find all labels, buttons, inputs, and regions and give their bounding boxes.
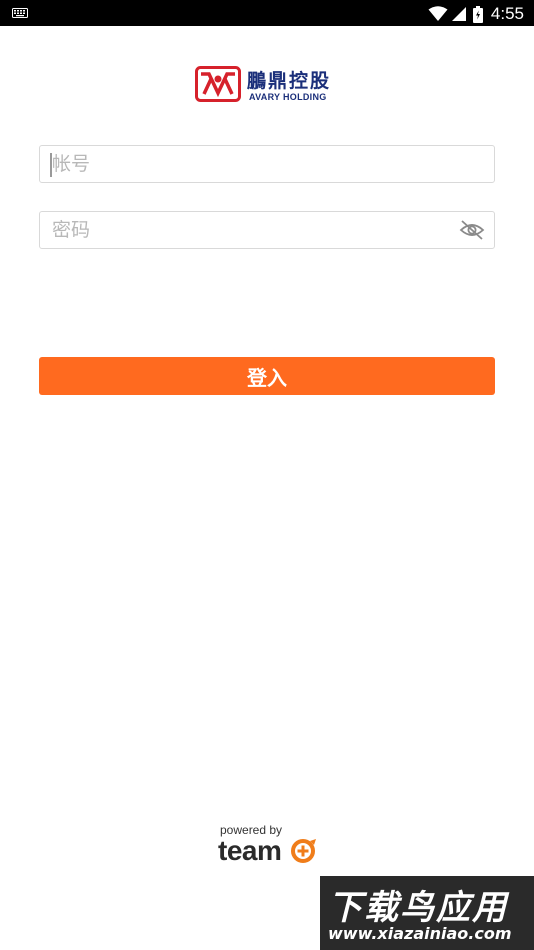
login-button[interactable]: 登入	[39, 357, 495, 395]
watermark-title: 下载鸟应用	[328, 888, 508, 928]
password-field[interactable]	[39, 211, 495, 249]
logo-english-name: AVARY HOLDING	[249, 92, 327, 102]
wifi-icon	[428, 6, 448, 22]
keyboard-icon	[12, 8, 28, 18]
login-screen: 4:55 鵬鼎控股 AVARY HOLDING 登入 powere	[0, 0, 534, 950]
avary-logo-mark	[195, 66, 241, 102]
team-plus-logo-icon	[291, 839, 316, 863]
status-bar: 4:55	[0, 0, 534, 26]
battery-icon	[472, 5, 483, 23]
account-input[interactable]	[52, 146, 452, 182]
company-logo: 鵬鼎控股 AVARY HOLDING	[195, 66, 340, 106]
status-time: 4:55	[490, 4, 524, 23]
logo-chinese-name: 鵬鼎控股	[247, 70, 332, 92]
watermark-badge: 下载鸟应用 www.xiazainiao.com	[320, 876, 534, 950]
watermark-url: www.xiazainiao.com	[328, 924, 512, 943]
password-input[interactable]	[52, 212, 452, 248]
signal-icon	[451, 6, 467, 22]
eye-off-icon[interactable]	[459, 219, 485, 241]
team-brand-text: team	[218, 835, 282, 866]
account-field[interactable]	[39, 145, 495, 183]
